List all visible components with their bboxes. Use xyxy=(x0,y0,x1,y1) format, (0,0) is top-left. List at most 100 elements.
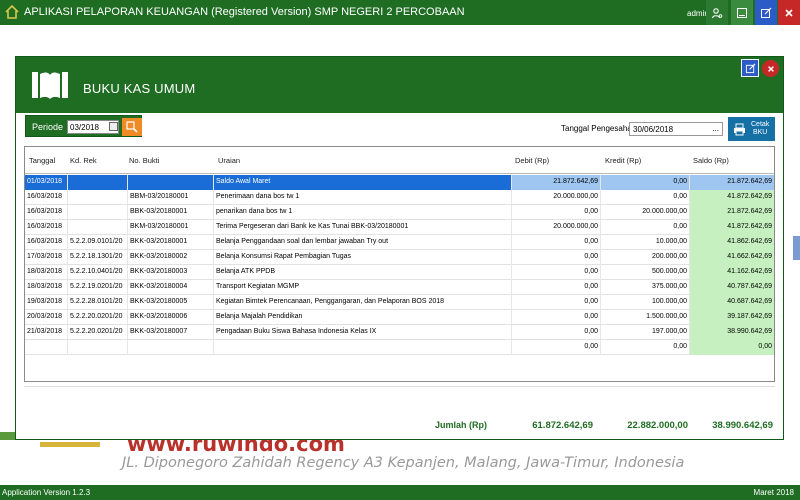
cell-tanggal: 01/03/2018 xyxy=(25,175,68,190)
cell-tanggal xyxy=(25,340,68,355)
cell-uraian: Kegiatan Bimtek Perencanaan, Penggangara… xyxy=(214,295,512,310)
cell-uraian: Saldo Awal Maret xyxy=(214,175,512,190)
cell-saldo: 41.862.642,69 xyxy=(690,235,774,250)
cell-tanggal: 18/03/2018 xyxy=(25,265,68,280)
table-row[interactable]: 18/03/2018 5.2.2.10.0401/20 BKK-03/2018000… xyxy=(25,265,774,280)
buku-kas-umum-dialog: BUKU KAS UMUM Periode 03/2018 Tanggal Pe… xyxy=(15,56,784,440)
book-icon xyxy=(32,72,68,99)
cell-kredit: 197.000,00 xyxy=(601,325,690,340)
cell-uraian: Belanja Penggandaan soal dan lembar jawa… xyxy=(214,235,512,250)
table-row[interactable]: 20/03/2018 5.2.2.20.0201/20 BKK-03/2018000… xyxy=(25,310,774,325)
table-row[interactable]: 17/03/2018 5.2.2.18.1301/20 BKK-03/2018000… xyxy=(25,250,774,265)
minimize-icon xyxy=(737,7,747,18)
date-picker-button[interactable]: ... xyxy=(712,124,719,133)
cetak-label-line2: BKU xyxy=(752,129,768,136)
table-row[interactable]: 16/03/2018 BBK-03/20180001 penarikan dana … xyxy=(25,205,774,220)
table-row[interactable]: 16/03/2018 5.2.2.09.0101/20 BKK-03/2018000… xyxy=(25,235,774,250)
cetak-label: Cetak BKU xyxy=(751,121,769,137)
cell-saldo: 41.662.642,69 xyxy=(690,250,774,265)
cell-no-bukti: BBM-03/20180001 xyxy=(128,190,214,205)
column-header-kd-rek[interactable]: Kd. Rek xyxy=(70,156,97,165)
cell-debit: 0,00 xyxy=(512,340,601,355)
table-row[interactable]: 19/03/2018 5.2.2.28.0101/20 BKK-03/2018000… xyxy=(25,295,774,310)
cell-no-bukti: BKK-03/20180001 xyxy=(128,235,214,250)
maximize-button[interactable] xyxy=(755,0,777,25)
dialog-header: BUKU KAS UMUM xyxy=(16,57,783,113)
cell-kd-rek: 5.2.2.20.0201/20 xyxy=(68,310,128,325)
cell-uraian: Pengadaan Buku Siswa Bahasa Indonesia Ke… xyxy=(214,325,512,340)
side-scroll-handle[interactable] xyxy=(793,236,800,260)
close-app-button[interactable] xyxy=(778,0,800,25)
column-header-debit[interactable]: Debit (Rp) xyxy=(515,156,549,165)
cell-saldo: 21.872.642,69 xyxy=(690,205,774,220)
table-row[interactable]: 0,00 0,00 0,00 xyxy=(25,340,774,355)
cell-kredit: 100.000,00 xyxy=(601,295,690,310)
column-header-kredit[interactable]: Kredit (Rp) xyxy=(605,156,641,165)
cell-no-bukti xyxy=(128,340,214,355)
table-row[interactable]: 16/03/2018 BBM-03/20180001 Penerimaan dana… xyxy=(25,190,774,205)
cell-kd-rek: 5.2.2.18.1301/20 xyxy=(68,250,128,265)
column-header-uraian[interactable]: Uraian xyxy=(218,156,240,165)
edit-window-icon xyxy=(761,7,772,18)
cell-debit: 21.872.642,69 xyxy=(512,175,601,190)
cell-kredit: 0,00 xyxy=(601,220,690,235)
minimize-button[interactable] xyxy=(731,0,753,25)
dialog-close-button[interactable] xyxy=(762,60,779,77)
cell-kd-rek: 5.2.2.20.0201/20 xyxy=(68,325,128,340)
bku-table[interactable]: Tanggal Kd. Rek No. Bukti Uraian Debit (… xyxy=(24,146,775,382)
pengesahan-date-input[interactable]: 30/06/2018 ... xyxy=(629,122,723,136)
cell-saldo: 40.787.642,69 xyxy=(690,280,774,295)
cetak-label-line1: Cetak xyxy=(751,121,770,128)
cell-uraian: Belanja Konsumsi Rapat Pembagian Tugas xyxy=(214,250,512,265)
cetak-bku-button[interactable]: Cetak BKU xyxy=(728,117,775,141)
cell-saldo: 39.187.642,69 xyxy=(690,310,774,325)
calendar-icon[interactable] xyxy=(109,122,118,131)
cell-kd-rek xyxy=(68,220,128,235)
cell-kd-rek: 5.2.2.28.0101/20 xyxy=(68,295,128,310)
cell-no-bukti: BBK-03/20180001 xyxy=(128,205,214,220)
cell-tanggal: 17/03/2018 xyxy=(25,250,68,265)
cell-tanggal: 19/03/2018 xyxy=(25,295,68,310)
pengesahan-label: Tanggal Pengesahan xyxy=(561,124,637,133)
table-row[interactable]: 01/03/2018 Saldo Awal Maret 21.872.642,69 0… xyxy=(25,175,774,190)
cell-tanggal: 16/03/2018 xyxy=(25,190,68,205)
table-row[interactable]: 16/03/2018 BKM-03/20180001 Terima Pergeser… xyxy=(25,220,774,235)
cell-tanggal: 20/03/2018 xyxy=(25,310,68,325)
column-header-no-bukti[interactable]: No. Bukti xyxy=(129,156,159,165)
column-header-tanggal[interactable]: Tanggal xyxy=(29,156,55,165)
cell-saldo: 21.872.642,69 xyxy=(690,175,774,190)
printer-icon xyxy=(734,123,745,135)
table-row[interactable]: 18/03/2018 5.2.2.19.0201/20 BKK-03/2018000… xyxy=(25,280,774,295)
title-bar: APLIKASI PELAPORAN KEUANGAN (Registered … xyxy=(0,0,800,25)
column-header-saldo[interactable]: Saldo (Rp) xyxy=(693,156,729,165)
cell-kredit: 20.000.000,00 xyxy=(601,205,690,220)
cell-kredit: 200.000,00 xyxy=(601,250,690,265)
dialog-edit-button[interactable] xyxy=(741,59,759,77)
cell-debit: 0,00 xyxy=(512,250,601,265)
app-version: Application Version 1.2.3 xyxy=(2,488,91,497)
house-icon xyxy=(5,4,19,19)
cell-kredit: 0,00 xyxy=(601,175,690,190)
cell-debit: 20.000.000,00 xyxy=(512,190,601,205)
cell-uraian: Penerimaan dana bos tw 1 xyxy=(214,190,512,205)
cell-kd-rek xyxy=(68,340,128,355)
cell-tanggal: 16/03/2018 xyxy=(25,235,68,250)
cell-uraian: Belanja Majalah Pendidikan xyxy=(214,310,512,325)
total-debit: 61.872.642,69 xyxy=(532,420,593,431)
cell-saldo: 41.162.642,69 xyxy=(690,265,774,280)
cell-debit: 0,00 xyxy=(512,325,601,340)
cell-no-bukti: BKK-03/20180003 xyxy=(128,265,214,280)
table-row[interactable]: 21/03/2018 5.2.2.20.0201/20 BKK-03/2018000… xyxy=(25,325,774,340)
cell-no-bukti: BKK-03/20180005 xyxy=(128,295,214,310)
cell-no-bukti: BKK-03/20180006 xyxy=(128,310,214,325)
search-icon xyxy=(126,121,138,133)
cell-uraian: Terima Pergeseran dari Bank ke Kas Tunai… xyxy=(214,220,512,235)
dialog-title: BUKU KAS UMUM xyxy=(83,81,196,96)
cell-kd-rek xyxy=(68,205,128,220)
periode-search-button[interactable] xyxy=(122,118,142,136)
user-settings-button[interactable] xyxy=(706,0,728,25)
cell-kd-rek: 5.2.2.10.0401/20 xyxy=(68,265,128,280)
cell-kd-rek: 5.2.2.09.0101/20 xyxy=(68,235,128,250)
cell-tanggal: 18/03/2018 xyxy=(25,280,68,295)
cell-saldo: 0,00 xyxy=(690,340,774,355)
